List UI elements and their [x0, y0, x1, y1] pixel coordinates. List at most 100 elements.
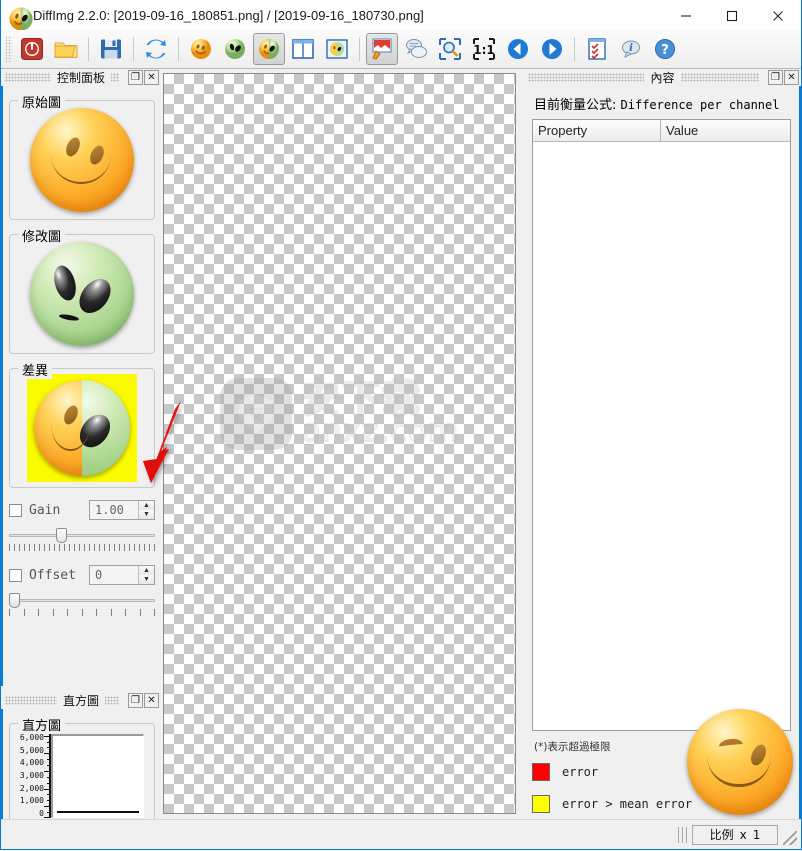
offset-input[interactable] — [90, 566, 138, 584]
legend-swatch-red — [532, 763, 550, 781]
decorative-smiley-icon — [687, 709, 793, 815]
main-body: 控制面板 ❐ ✕ 原始圖 修改圖 差異 Gain 1.00 ▲ ▼ Offset… — [1, 69, 801, 819]
histogram-axis-line — [44, 734, 51, 819]
status-bar: 比例 x 1 — [1, 819, 801, 849]
formula-value: Difference per channel — [620, 98, 780, 112]
help-icon[interactable]: ? — [649, 33, 681, 65]
toolbar-separator — [359, 37, 360, 61]
original-image-group: 原始圖 — [9, 92, 155, 220]
histogram-plot-area — [51, 734, 144, 818]
gain-spin-up-icon[interactable]: ▲ — [139, 501, 154, 510]
gain-spin-down-icon[interactable]: ▼ — [139, 510, 154, 519]
image-viewport[interactable]: 安 安下载 anxz.com — [161, 69, 524, 819]
content-panel-body: 目前衡量公式: Difference per channel Property … — [524, 86, 801, 819]
comments-icon[interactable] — [400, 33, 432, 65]
blend-split-icon[interactable] — [321, 33, 353, 65]
legend-swatch-yellow — [532, 795, 550, 813]
checklist-icon[interactable] — [581, 33, 613, 65]
window-resize-grip[interactable] — [783, 830, 797, 845]
control-panel-float-button[interactable]: ❐ — [128, 70, 143, 85]
control-panel-titlebar[interactable]: 控制面板 ❐ ✕ — [1, 69, 161, 86]
scale-indicator[interactable]: 比例 x 1 — [692, 824, 778, 845]
color-picker-icon[interactable] — [366, 33, 398, 65]
image-canvas[interactable]: 安 安下载 anxz.com — [163, 73, 516, 814]
info-icon[interactable]: i — [615, 33, 647, 65]
histogram-panel-titlebar[interactable]: 直方圖 ❐ ✕ — [1, 692, 161, 709]
original-image-icon[interactable] — [185, 33, 217, 65]
maximize-button[interactable] — [709, 0, 755, 31]
table-body — [533, 142, 790, 730]
offset-spin-up-icon[interactable]: ▲ — [139, 566, 154, 575]
histogram-y-axis: 6,000 5,000 4,000 3,000 2,000 1,000 0 — [18, 734, 44, 818]
toolbar-separator — [574, 37, 575, 61]
histogram-close-button[interactable]: ✕ — [144, 693, 159, 708]
status-grip — [678, 826, 688, 843]
properties-table[interactable]: Property Value — [532, 119, 791, 731]
formula-label: 目前衡量公式: — [534, 98, 617, 113]
column-header-property[interactable]: Property — [533, 120, 661, 142]
title-bar: DiffImg 2.2.0: [2019-09-16_180851.png] /… — [0, 0, 802, 31]
legend-label-mean-error: error > mean error — [562, 797, 693, 811]
watermark: 安 安下载 anxz.com — [219, 377, 459, 450]
original-image-thumbnail[interactable] — [10, 101, 154, 219]
gain-checkbox[interactable] — [9, 503, 22, 517]
histogram-y-tick: 0 — [39, 808, 44, 818]
histogram-panel-title: 直方圖 — [56, 692, 105, 709]
offset-slider-ticks — [9, 609, 155, 618]
histogram-y-tick: 1,000 — [19, 796, 44, 806]
watermark-shield-glyph: 安 — [238, 393, 273, 434]
offset-spinbox[interactable]: ▲ ▼ — [89, 565, 155, 585]
gain-slider[interactable] — [9, 527, 155, 543]
histogram-panel-body: 直方圖 6,000 5,000 4,000 3,000 2,000 1,000 … — [1, 709, 161, 819]
window-controls — [663, 0, 801, 31]
gain-input[interactable] — [90, 501, 138, 519]
content-close-button[interactable]: ✕ — [784, 70, 799, 85]
legend-label-error: error — [562, 765, 599, 779]
open-folder-icon[interactable] — [50, 33, 82, 65]
control-panel-close-button[interactable]: ✕ — [144, 70, 159, 85]
modified-image-group: 修改圖 — [9, 226, 155, 354]
difference-image-icon[interactable] — [253, 33, 285, 65]
modified-image-icon[interactable] — [219, 33, 251, 65]
modified-image-thumbnail[interactable] — [10, 235, 154, 353]
original-image-label: 原始圖 — [18, 92, 66, 111]
save-disk-icon[interactable] — [95, 33, 127, 65]
histogram-y-tick: 4,000 — [19, 758, 44, 768]
svg-text:?: ? — [661, 43, 669, 58]
difference-image-thumbnail[interactable] — [10, 369, 154, 487]
content-panel-titlebar[interactable]: 內容 ❐ ✕ — [524, 69, 801, 86]
offset-checkbox[interactable] — [9, 568, 22, 582]
window-title: DiffImg 2.2.0: [2019-09-16_180851.png] /… — [33, 7, 424, 23]
reload-refresh-icon[interactable] — [140, 33, 172, 65]
offset-label: Offset — [29, 567, 76, 583]
quit-icon[interactable] — [16, 33, 48, 65]
gain-row: Gain ▲ ▼ — [9, 500, 155, 520]
zoom-fit-icon[interactable] — [434, 33, 466, 65]
close-button[interactable] — [755, 0, 801, 31]
svg-text:i: i — [629, 43, 633, 54]
forward-arrow-icon[interactable] — [536, 33, 568, 65]
offset-row: Offset ▲ ▼ — [9, 565, 155, 585]
difference-image-group: 差異 — [9, 360, 155, 488]
toolbar-grip[interactable] — [5, 36, 12, 62]
gain-spinbox[interactable]: ▲ ▼ — [89, 500, 155, 520]
histogram-y-tick: 6,000 — [19, 733, 44, 742]
column-header-value[interactable]: Value — [661, 120, 790, 142]
minimize-button[interactable] — [663, 0, 709, 31]
offset-slider[interactable] — [9, 592, 155, 608]
back-arrow-icon[interactable] — [502, 33, 534, 65]
histogram-y-tick: 2,000 — [19, 783, 44, 793]
content-float-button[interactable]: ❐ — [768, 70, 783, 85]
toolbar-separator — [178, 37, 179, 61]
scale-separator: x — [739, 827, 747, 842]
histogram-float-button[interactable]: ❐ — [128, 693, 143, 708]
toolbar-separator — [88, 37, 89, 61]
scale-value: 1 — [752, 827, 761, 842]
zoom-actual-icon[interactable]: 1:1 — [468, 33, 500, 65]
offset-spin-down-icon[interactable]: ▼ — [139, 575, 154, 584]
histogram-y-tick: 5,000 — [19, 745, 44, 755]
side-by-side-icon[interactable] — [287, 33, 319, 65]
watermark-badge-icon: 安 — [219, 377, 292, 450]
main-toolbar: 1:1 i ? — [1, 30, 801, 69]
gain-slider-ticks — [9, 544, 155, 553]
